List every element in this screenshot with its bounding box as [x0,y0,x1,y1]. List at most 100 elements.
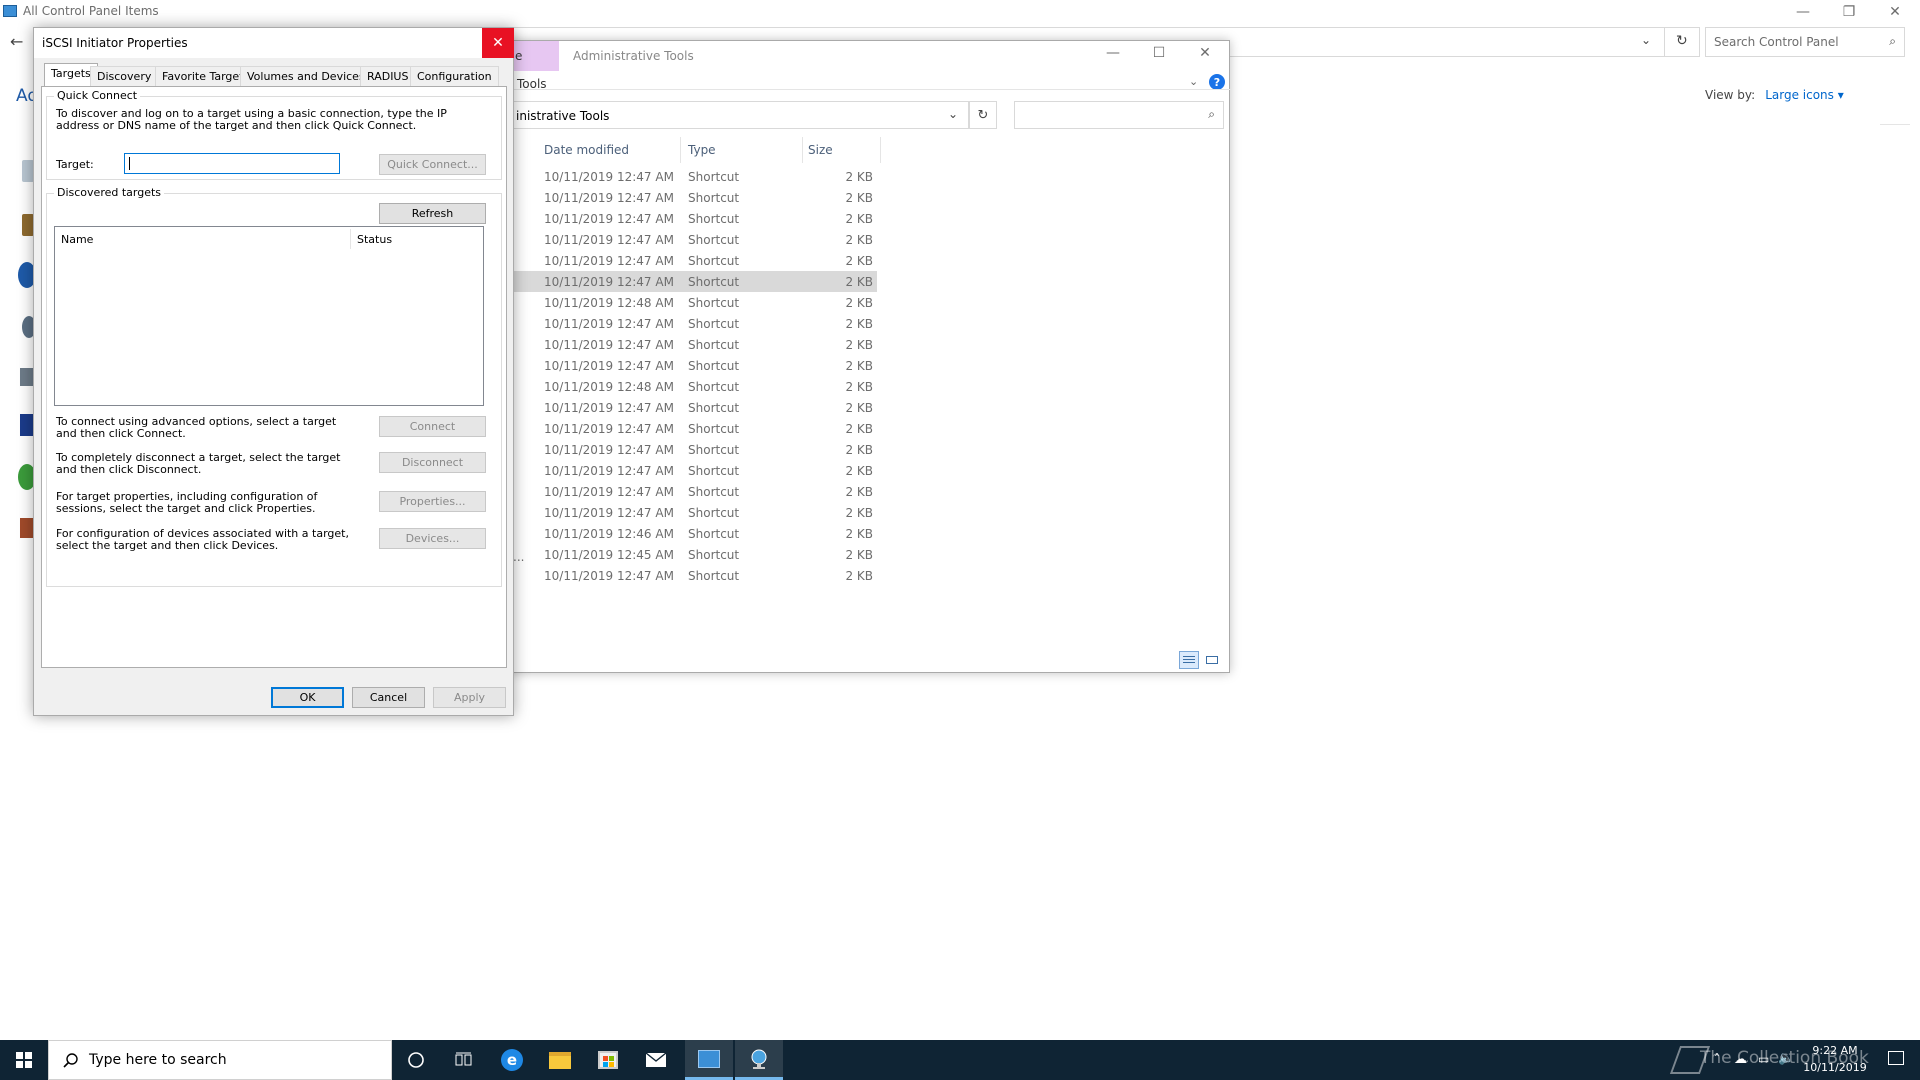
details-view-icon[interactable] [1179,651,1199,669]
taskbar: Type here to search e The Collection Boo… [0,1040,1920,1080]
table-row[interactable]: 10/11/2019 12:47 AM Shortcut 2 KB [507,166,877,187]
table-row[interactable]: 10/11/2019 12:47 AM Shortcut 2 KB [507,334,877,355]
taskbar-file-explorer-button[interactable] [536,1040,584,1080]
table-row[interactable]: 10/11/2019 12:47 AM Shortcut 2 KB [507,313,877,334]
ok-button[interactable]: OK [271,687,344,708]
tab-radius[interactable]: RADIUS [360,66,416,86]
properties-button[interactable]: Properties... [379,491,486,512]
table-row[interactable]: 10/11/2019 12:47 AM Shortcut 2 KB [507,502,877,523]
dialog-close-button[interactable]: ✕ [482,28,514,58]
action-center-icon[interactable] [1888,1051,1904,1065]
task-view-icon [455,1052,472,1066]
taskbar-edge-button[interactable]: e [488,1040,536,1080]
address-dropdown-icon[interactable]: ⌄ [948,107,958,121]
table-row[interactable]: 10/11/2019 12:47 AM Shortcut 2 KB [507,187,877,208]
restore-button[interactable]: ❐ [1826,0,1872,24]
devices-button[interactable]: Devices... [379,528,486,549]
table-row[interactable]: 10/11/2019 12:47 AM Shortcut 2 KB [507,481,877,502]
explorer-maximize-button[interactable]: ☐ [1136,41,1182,65]
volume-icon[interactable]: 🔈 [1778,1051,1794,1066]
refresh-icon: ↻ [977,107,989,123]
back-arrow-icon[interactable]: ← [10,32,23,51]
column-header-type[interactable]: Type [688,143,716,157]
connect-button[interactable]: Connect [379,416,486,437]
taskbar-store-button[interactable] [584,1040,632,1080]
quick-connect-label: Quick Connect [54,89,141,102]
explorer-close-button[interactable]: ✕ [1182,41,1228,65]
onedrive-cloud-icon[interactable]: ☁ [1734,1052,1747,1067]
table-row[interactable]: 10/11/2019 12:47 AM Shortcut 2 KB [507,208,877,229]
table-row[interactable]: 10/11/2019 12:47 AM Shortcut 2 KB [507,250,877,271]
row-size: 2 KB [845,191,873,205]
clock-time: 9:22 AM [1812,1044,1858,1057]
large-icons-view-icon[interactable] [1203,651,1221,669]
folder-icon [549,1051,571,1069]
ribbon-context-tab[interactable]: e [507,41,559,71]
close-icon: ✕ [492,35,504,51]
taskbar-clock[interactable]: 9:22 AM 10/11/2019 [1795,1042,1875,1076]
refresh-icon[interactable]: ↻ [1676,33,1688,49]
row-size: 2 KB [845,464,873,478]
close-button[interactable]: ✕ [1872,0,1918,24]
tab-configuration[interactable]: Configuration [410,66,499,86]
ribbon-expand-icon[interactable]: ⌄ [1189,75,1198,88]
table-row[interactable]: 10/11/2019 12:48 AM Shortcut 2 KB [507,292,877,313]
apply-button[interactable]: Apply [433,687,506,708]
column-header-size[interactable]: Size [808,143,833,157]
start-button[interactable] [0,1040,48,1080]
control-panel-item-icon[interactable] [20,518,34,538]
explorer-refresh-button[interactable]: ↻ [969,101,997,129]
minimize-button[interactable]: — [1780,0,1826,24]
table-row[interactable]: 10/11/2019 12:47 AM Shortcut 2 KB [507,355,877,376]
table-row[interactable]: 10/11/2019 12:47 AM Shortcut 2 KB [507,460,877,481]
taskbar-iscsi-button[interactable] [735,1040,783,1080]
chevron-up-icon[interactable]: ˄ [1714,1052,1720,1066]
table-row[interactable]: 10/11/2019 12:47 AM Shortcut 2 KB [507,271,877,292]
tab-discovery[interactable]: Discovery [90,66,159,86]
view-by-label: View by: [1705,88,1756,102]
table-row[interactable]: 10/11/2019 12:48 AM Shortcut 2 KB [507,376,877,397]
table-row[interactable]: 10/11/2019 12:46 AM Shortcut 2 KB [507,523,877,544]
column-header-status[interactable]: Status [351,227,392,251]
table-row[interactable]: 10/11/2019 12:47 AM Shortcut 2 KB [507,439,877,460]
iscsi-globe-icon [751,1049,767,1069]
taskbar-search-placeholder: Type here to search [89,1052,227,1068]
mail-icon [645,1052,667,1067]
quick-connect-button[interactable]: Quick Connect... [379,154,486,175]
task-view-button[interactable] [440,1040,488,1080]
network-icon[interactable]: ▭ [1758,1052,1769,1066]
taskbar-mail-button[interactable] [632,1040,680,1080]
discovered-targets-list[interactable]: Name Status [54,226,484,406]
search-icon[interactable]: ⌕ [1889,34,1896,49]
help-icon[interactable]: ? [1209,74,1225,90]
column-header-date-modified[interactable]: Date modified [544,143,629,157]
control-panel-item-icon[interactable] [20,414,34,436]
table-row[interactable]: 10/11/2019 12:45 AM Shortcut 2 KB [507,544,877,565]
refresh-button[interactable]: Refresh [379,203,486,224]
column-header-name[interactable]: Name [55,227,93,251]
cancel-button[interactable]: Cancel [352,687,425,708]
address-dropdown-icon[interactable]: ⌄ [1641,33,1651,47]
target-input[interactable] [124,153,340,174]
table-row[interactable]: 10/11/2019 12:47 AM Shortcut 2 KB [507,565,877,586]
view-by-dropdown[interactable]: Large icons ▾ [1765,88,1844,102]
control-panel-search-input[interactable]: Search Control Panel ⌕ [1705,27,1905,57]
table-row[interactable]: 10/11/2019 12:47 AM Shortcut 2 KB [507,229,877,250]
explorer-search-input[interactable]: ⌕ [1014,101,1224,129]
control-panel-app-icon [3,5,17,17]
taskbar-control-panel-button[interactable] [685,1040,733,1080]
tab-volumes-and-devices[interactable]: Volumes and Devices [240,66,372,86]
cortana-button[interactable] [392,1040,440,1080]
explorer-address-bar[interactable]: inistrative Tools ⌄ [507,101,969,129]
row-size: 2 KB [845,527,873,541]
explorer-minimize-button[interactable]: — [1090,41,1136,65]
row-size: 2 KB [845,317,873,331]
row-size: 2 KB [845,422,873,436]
table-row[interactable]: 10/11/2019 12:47 AM Shortcut 2 KB [507,397,877,418]
truncated-name-fragment: ... [513,550,525,564]
taskbar-search-box[interactable]: Type here to search [48,1040,392,1080]
table-row[interactable]: 10/11/2019 12:47 AM Shortcut 2 KB [507,418,877,439]
control-panel-search-placeholder: Search Control Panel [1714,35,1839,49]
properties-description: For target properties, including configu… [56,490,318,515]
disconnect-button[interactable]: Disconnect [379,452,486,473]
